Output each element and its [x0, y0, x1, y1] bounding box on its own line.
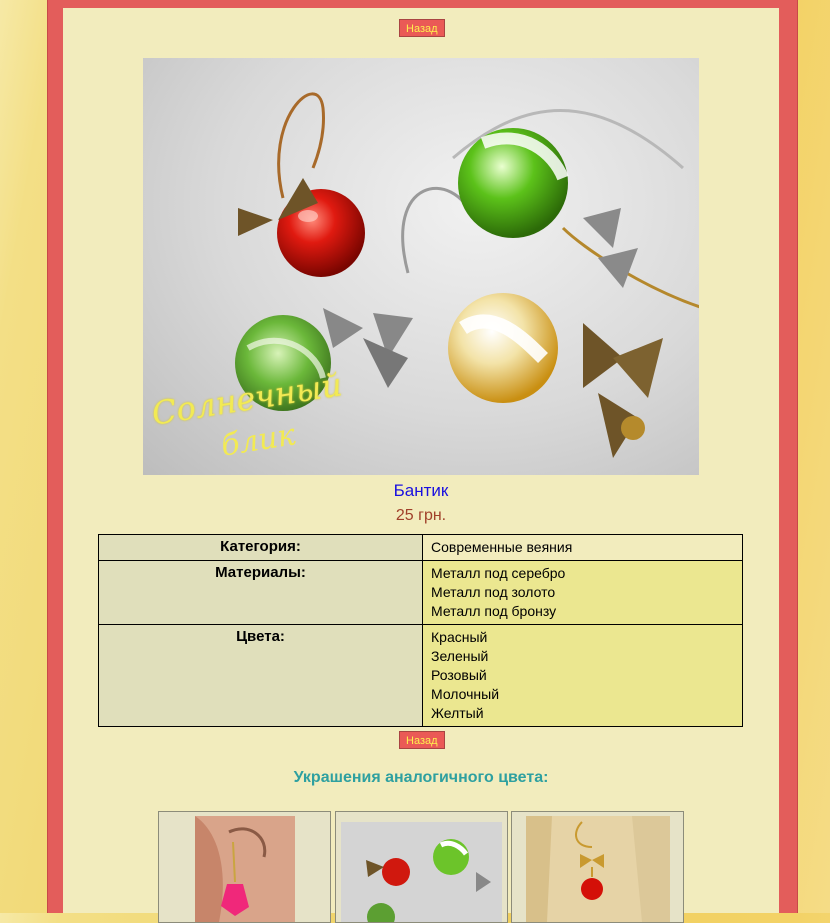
back-button-top[interactable]: Назад — [399, 19, 445, 37]
color-item: Желтый — [431, 705, 484, 721]
color-item: Зеленый — [431, 648, 489, 664]
spec-value-colors: Красный Зеленый Розовый Молочный Желтый — [422, 624, 743, 727]
related-thumb-1[interactable] — [158, 811, 331, 923]
spec-label-category: Категория: — [98, 534, 423, 561]
product-title: Бантик — [393, 481, 449, 500]
related-heading: Украшения аналогичного цвета: — [293, 769, 549, 786]
product-photo: Солнечный блик — [143, 58, 699, 475]
product-specs-table: Категория: Современные веяния Материалы:… — [98, 534, 743, 727]
spec-label-colors: Цвета: — [98, 624, 423, 727]
material-item: Металл под золото — [431, 584, 556, 600]
related-thumb-3[interactable] — [511, 811, 684, 923]
spec-row-category: Категория: Современные веяния — [98, 534, 743, 561]
spec-row-colors: Цвета: Красный Зеленый Розовый Молочный … — [98, 624, 743, 727]
back-button-bottom[interactable]: Назад — [399, 731, 445, 749]
color-item: Красный — [431, 629, 488, 645]
color-item: Молочный — [431, 686, 500, 702]
product-price: 25 грн. — [395, 507, 447, 524]
content-area: Назад Солнечный блик Бантик 25 грн. Кате… — [63, 8, 779, 923]
material-item: Металл под бронзу — [431, 603, 557, 619]
thumb-earring-red-bow — [526, 816, 670, 922]
spec-value-category: Современные веяния — [422, 534, 743, 561]
spec-row-materials: Материалы: Металл под серебро Металл под… — [98, 560, 743, 625]
thumb-earring-pink — [195, 816, 295, 922]
color-item: Розовый — [431, 667, 487, 683]
material-item: Металл под серебро — [431, 565, 566, 581]
spec-value-materials: Металл под серебро Металл под золото Мет… — [422, 560, 743, 625]
thumb-earrings-set — [341, 822, 502, 922]
spec-label-materials: Материалы: — [98, 560, 423, 625]
related-thumb-2[interactable] — [335, 811, 508, 923]
